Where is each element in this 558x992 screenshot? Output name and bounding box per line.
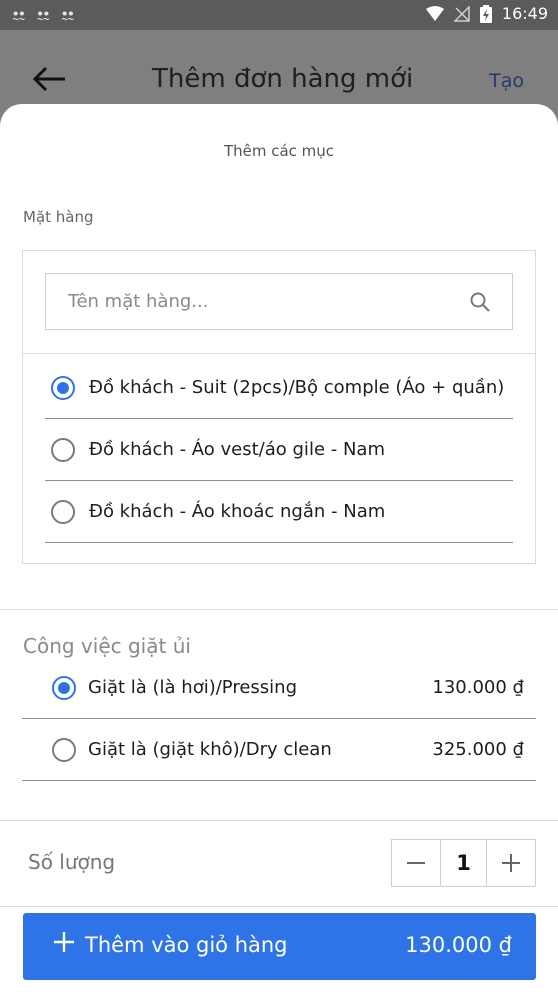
battery-charging-icon	[479, 4, 492, 23]
signal-off-icon	[453, 5, 470, 22]
item-search-field[interactable]	[45, 273, 513, 330]
sync-icon: ꔸꔸ	[12, 7, 25, 21]
sync-icon: ꔸꔸ	[61, 7, 74, 21]
radio-checked-icon[interactable]	[52, 676, 76, 700]
service-option[interactable]: Giặt là (là hơi)/Pressing 130.000 ₫	[22, 657, 536, 719]
item-option-label: Đồ khách - Áo vest/áo gile - Nam	[89, 439, 385, 460]
decrement-button[interactable]	[392, 840, 440, 886]
status-icons: 16:49	[425, 4, 548, 23]
clock: 16:49	[501, 4, 548, 23]
items-section-label: Mặt hàng	[23, 208, 94, 226]
item-option-label: Đồ khách - Suit (2pcs)/Bộ comple (Áo + q…	[89, 377, 505, 398]
divider	[0, 609, 558, 610]
status-bar: ꔸꔸ ꔸꔸ ꔸꔸ 16:49	[0, 0, 558, 30]
quantity-value[interactable]: 1	[440, 840, 487, 886]
radio-unchecked-icon[interactable]	[51, 438, 75, 462]
item-option[interactable]: Đồ khách - Áo vest/áo gile - Nam	[45, 419, 513, 481]
service-option-label: Giặt là (là hơi)/Pressing	[88, 677, 298, 698]
radio-unchecked-icon[interactable]	[51, 500, 75, 524]
page-title: Thêm đơn hàng mới	[152, 64, 414, 94]
add-items-sheet: Thêm các mục Mặt hàng Đồ khách - Suit (2…	[0, 104, 558, 992]
add-to-cart-label: Thêm vào giỏ hàng	[85, 933, 288, 957]
divider	[0, 906, 558, 907]
notification-icons: ꔸꔸ ꔸꔸ ꔸꔸ	[12, 7, 74, 22]
item-option-label: Đồ khách - Áo khoác ngắn - Nam	[89, 501, 386, 522]
search-icon[interactable]	[468, 290, 492, 314]
service-option-label: Giặt là (giặt khô)/Dry clean	[88, 739, 332, 760]
create-button[interactable]: Tạo	[489, 70, 524, 92]
radio-unchecked-icon[interactable]	[52, 738, 76, 762]
item-search-input[interactable]	[46, 274, 456, 329]
plus-icon	[502, 854, 520, 872]
quantity-stepper: 1	[391, 839, 536, 887]
services-section-label: Công việc giặt ủi	[23, 634, 191, 658]
add-to-cart-button[interactable]: Thêm vào giỏ hàng 130.000 ₫	[23, 913, 536, 980]
service-price: 130.000 ₫	[432, 677, 524, 698]
divider	[0, 820, 558, 821]
wifi-icon	[425, 5, 444, 21]
item-picker: Đồ khách - Suit (2pcs)/Bộ comple (Áo + q…	[22, 250, 536, 564]
plus-icon	[54, 932, 74, 952]
radio-checked-icon[interactable]	[51, 376, 75, 400]
quantity-label: Số lượng	[28, 850, 116, 874]
back-arrow-icon[interactable]	[32, 64, 68, 94]
cart-total: 130.000 ₫	[405, 933, 512, 957]
service-option[interactable]: Giặt là (giặt khô)/Dry clean 325.000 ₫	[22, 719, 536, 781]
sync-icon: ꔸꔸ	[36, 7, 50, 21]
increment-button[interactable]	[487, 840, 535, 886]
item-option[interactable]: Đồ khách - Suit (2pcs)/Bộ comple (Áo + q…	[45, 357, 513, 419]
service-price: 325.000 ₫	[432, 739, 524, 760]
item-option[interactable]: Đồ khách - Áo khoác ngắn - Nam	[45, 481, 513, 543]
minus-icon	[407, 862, 425, 864]
divider	[23, 353, 535, 354]
sheet-title: Thêm các mục	[223, 142, 335, 160]
